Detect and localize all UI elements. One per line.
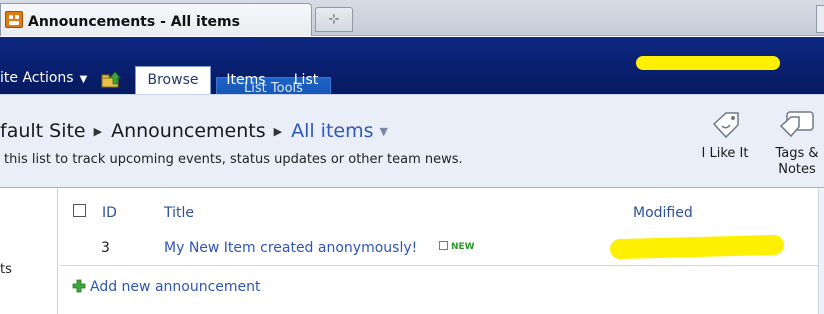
table-cell-id: 3 [101,240,110,256]
scrollbar-edge[interactable] [818,188,824,314]
site-actions-label: ite Actions [0,70,74,86]
quick-launch [0,188,58,314]
new-badge-label: NEW [451,242,475,252]
new-tab-button[interactable]: ⊹ [315,7,353,32]
quick-launch-item[interactable]: ts [0,262,12,277]
tab-browse[interactable]: Browse [135,66,211,94]
new-badge-icon [439,241,448,250]
list-description: this list to track upcoming events, stat… [4,152,463,167]
tags-label-line1: Tags & [775,146,819,161]
column-header-title[interactable]: Title [164,205,194,221]
chevron-down-icon[interactable]: ▼ [380,125,388,138]
new-tab-icon: ⊹ [328,12,340,27]
tags-notes-icon [779,111,814,138]
browser-tab[interactable]: Announcements - All items [0,3,312,36]
breadcrumb-separator-icon: ▶ [273,125,283,138]
redacted-modified-value [609,234,785,260]
site-actions-menu[interactable]: ite Actions ▼ [0,70,87,86]
column-header-modified[interactable]: Modified [633,205,693,221]
item-title-link[interactable]: My New Item created anonymously! [164,240,417,256]
breadcrumb: fault Site ▶ Announcements ▶ All items ▼ [0,120,388,142]
redacted-user-name [636,56,780,70]
add-plus-icon[interactable] [72,279,86,293]
view-selector[interactable]: All items [291,120,373,142]
new-badge: NEW [439,241,475,252]
i-like-it-button[interactable]: I Like It [696,110,754,162]
browser-tab-title: Announcements - All items [28,14,240,30]
breadcrumb-list-link[interactable]: Announcements [111,120,266,142]
tags-label-line2: Notes [778,162,816,177]
chevron-down-icon: ▼ [79,74,88,85]
add-new-announcement-link[interactable]: Add new announcement [90,279,261,295]
row-divider [60,265,824,266]
breadcrumb-site-link[interactable]: fault Site [0,120,86,142]
navigate-up-icon[interactable] [101,71,121,88]
i-like-it-icon [712,112,739,139]
tags-notes-button[interactable]: Tags & Notes [770,110,824,178]
browser-tab-strip: Announcements - All items ⊹ [0,0,824,36]
sharepoint-favicon-icon [5,11,23,28]
column-header-id[interactable]: ID [102,205,117,221]
tab-list[interactable]: List [282,66,330,94]
tab-items[interactable]: Items [218,66,274,94]
select-all-checkbox[interactable] [73,204,86,217]
browser-tab-edge [816,5,824,33]
breadcrumb-separator-icon: ▶ [93,125,103,138]
i-like-it-label: I Like It [701,146,749,161]
